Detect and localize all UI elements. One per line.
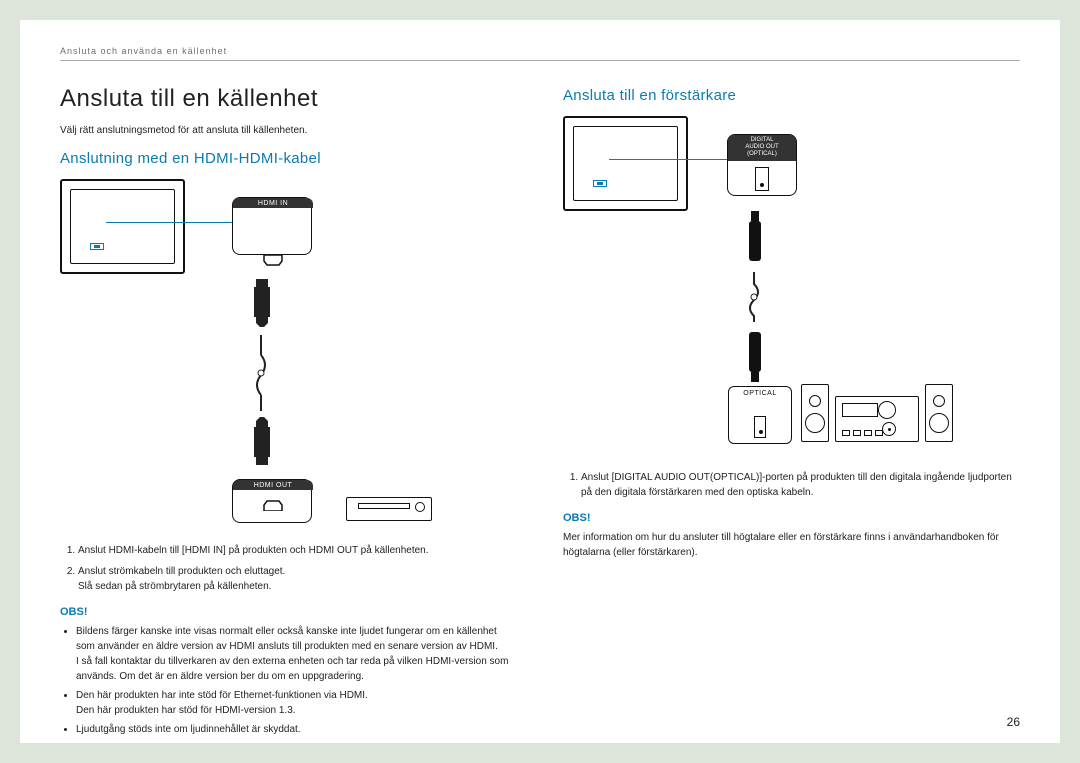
obs-heading: OBS! [60, 606, 517, 618]
hdmi-in-port-icon: HDMI IN [232, 197, 312, 255]
manual-page: Ansluta och använda en källenhet Ansluta… [20, 20, 1060, 743]
connection-line [106, 222, 232, 223]
hdmi-out-port-icon: HDMI OUT [232, 479, 312, 523]
tv-port-icon [90, 243, 104, 250]
amp-note: Mer information om hur du ansluter till … [563, 530, 1020, 560]
hdmi-jack-icon [262, 495, 284, 516]
optical-plug-bottom-icon [749, 322, 761, 382]
page-number: 26 [1007, 715, 1020, 729]
content-columns: Ansluta till en källenhet Välj rätt ansl… [60, 85, 1020, 741]
step-item: Anslut [DIGITAL AUDIO OUT(OPTICAL)]-port… [581, 470, 1020, 500]
note-item: Den här produkten har inte stöd för Ethe… [76, 688, 517, 718]
left-column: Ansluta till en källenhet Välj rätt ansl… [60, 85, 517, 741]
dvd-player-icon [346, 497, 432, 521]
digital-audio-out-port-icon: DIGITAL AUDIO OUT (OPTICAL) [727, 134, 797, 196]
label-row: AUDIO OUT [745, 144, 778, 150]
note-item: Bildens färger kanske inte visas normalt… [76, 624, 517, 684]
speaker-icon [801, 384, 829, 442]
tv-icon [563, 116, 688, 211]
hdmi-out-label: HDMI OUT [233, 480, 313, 490]
speaker-icon [925, 384, 953, 442]
hdmi-jack-icon [262, 255, 284, 271]
amp-diagram: DIGITAL AUDIO OUT (OPTICAL) OPTICAL [563, 116, 1020, 456]
intro-text: Välj rätt anslutningsmetod för att anslu… [60, 125, 517, 136]
optical-jack-icon [754, 416, 766, 438]
section-amp-title: Ansluta till en förstärkare [563, 87, 1020, 104]
amp-steps: Anslut [DIGITAL AUDIO OUT(OPTICAL)]-port… [563, 470, 1020, 500]
connection-line [609, 159, 729, 160]
hdmi-plug-top-icon [250, 279, 274, 333]
breadcrumb: Ansluta och använda en källenhet [60, 46, 1020, 61]
obs-heading: OBS! [563, 512, 1020, 524]
hdmi-in-label: HDMI IN [233, 198, 313, 208]
cable-icon [256, 335, 267, 385]
amplifier-icon [835, 396, 919, 442]
tv-port-icon [593, 180, 607, 187]
label-row: (OPTICAL) [747, 151, 777, 157]
optical-in-port-icon: OPTICAL [728, 386, 792, 444]
hdmi-plug-bottom-icon [250, 411, 274, 465]
hdmi-diagram: HDMI IN HDMI OUT [60, 179, 517, 529]
digital-audio-label: DIGITAL AUDIO OUT (OPTICAL) [728, 135, 796, 161]
note-item: Ljudutgång stöds inte om ljudinnehållet … [76, 722, 517, 737]
optical-label: OPTICAL [729, 390, 791, 397]
right-column: Ansluta till en förstärkare DIGITAL AUDI… [563, 85, 1020, 741]
hdmi-notes: Bildens färger kanske inte visas normalt… [60, 624, 517, 737]
cable-icon [749, 272, 760, 322]
amplifier-system-icon [801, 384, 953, 442]
step-item: Anslut strömkabeln till produkten och el… [78, 564, 517, 594]
tv-icon [60, 179, 185, 274]
hdmi-steps: Anslut HDMI-kabeln till [HDMI IN] på pro… [60, 543, 517, 594]
step-item: Anslut HDMI-kabeln till [HDMI IN] på pro… [78, 543, 517, 558]
label-row: DIGITAL [751, 137, 774, 143]
optical-jack-icon [755, 167, 769, 191]
optical-plug-top-icon [749, 211, 761, 271]
page-title: Ansluta till en källenhet [60, 85, 517, 113]
section-hdmi-title: Anslutning med en HDMI-HDMI-kabel [60, 150, 517, 167]
